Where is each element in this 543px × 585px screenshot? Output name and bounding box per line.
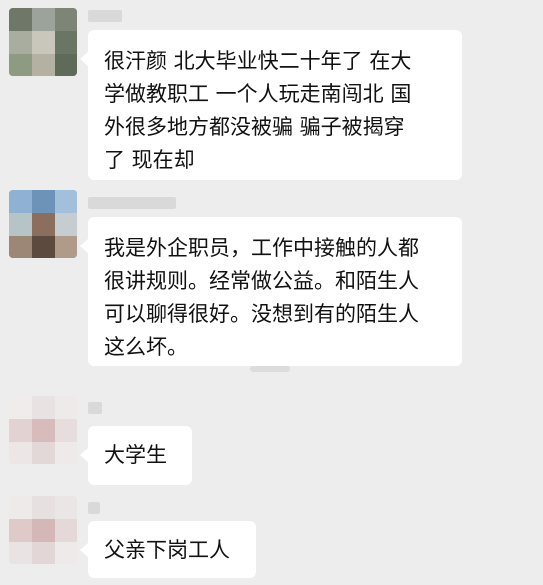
message-bubble[interactable]: 很汗颜 北大毕业快二十年了 在大 学做教职工 一个人玩走南闯北 国 外很多地方都… <box>80 30 462 180</box>
message-bubble[interactable]: 父亲下岗工人 <box>80 521 256 578</box>
message-bubble[interactable]: 我是外企职员，工作中接触的人都 很讲规则。经常做公益。和陌生人 可以聊得很好。没… <box>80 217 462 366</box>
avatar[interactable] <box>9 8 77 76</box>
timestamp <box>250 366 290 372</box>
avatar[interactable] <box>9 496 77 564</box>
message-bubble[interactable]: 大学生 <box>80 426 192 485</box>
sender-name <box>88 502 100 514</box>
sender-name <box>88 197 176 209</box>
sender-name <box>88 10 122 22</box>
sender-name <box>88 402 102 414</box>
avatar[interactable] <box>9 190 77 258</box>
avatar[interactable] <box>9 396 77 464</box>
